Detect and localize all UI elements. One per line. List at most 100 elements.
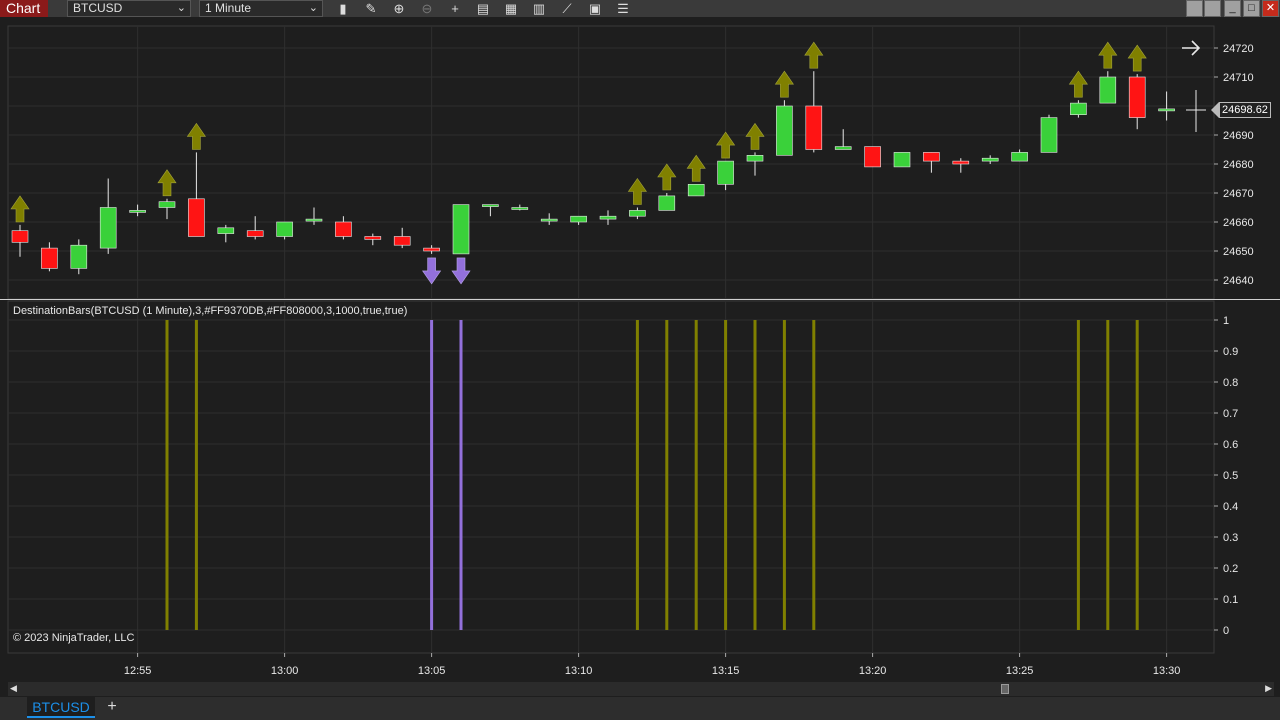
candle-body <box>570 215 587 223</box>
draw-pencil-icon[interactable]: ✎ <box>361 0 381 17</box>
candle-body <box>599 215 617 220</box>
candle-body <box>658 195 676 211</box>
indicator-title: DestinationBars(BTCUSD (1 Minute),3,#FF9… <box>13 305 408 317</box>
candle-body <box>834 146 852 150</box>
maximize-icon[interactable]: □ <box>1243 0 1260 17</box>
close-icon[interactable]: ✕ <box>1262 0 1279 17</box>
zoom-out-icon[interactable]: ⊖ <box>417 0 437 17</box>
tab-bar: BTCUSD + <box>0 697 1280 720</box>
candle-body <box>952 160 970 165</box>
candle-body <box>893 152 911 168</box>
up-arrow-marker <box>1127 44 1147 72</box>
candle-body <box>188 198 205 237</box>
candle-body <box>511 207 529 210</box>
scroll-right-icon[interactable]: ▶ <box>1265 683 1272 694</box>
candle-body <box>1099 76 1117 104</box>
tab-btcusd[interactable]: BTCUSD <box>27 697 95 718</box>
time-tick-label: 13:00 <box>271 665 299 677</box>
up-arrow-marker <box>745 122 765 150</box>
up-arrow-marker <box>686 154 706 182</box>
candle-body <box>99 207 117 249</box>
indicator-tick-label: 0.6 <box>1223 439 1238 451</box>
price-tick-label: 24660 <box>1223 217 1254 229</box>
indicators-icon[interactable]: ▥ <box>529 0 549 17</box>
candle-body <box>717 160 734 185</box>
scroll-thumb[interactable] <box>1001 684 1009 694</box>
instrument-selector[interactable]: BTCUSD ⌄ <box>67 0 191 17</box>
candle-body <box>540 218 558 222</box>
properties-icon[interactable]: ▣ <box>585 0 605 17</box>
window-link-icon[interactable] <box>1204 0 1221 17</box>
indicator-tick-label: 0.7 <box>1223 408 1238 420</box>
candle-body <box>1040 117 1058 153</box>
horizontal-scrollbar[interactable]: ◀ ▶ <box>8 682 1274 696</box>
candle-body <box>1158 108 1175 112</box>
candle-body <box>393 236 411 246</box>
candle-body <box>70 244 88 269</box>
candle-body <box>923 152 940 162</box>
candle-body <box>364 236 382 240</box>
candle-body <box>776 105 793 156</box>
bar-type-icon[interactable]: ▮ <box>333 0 353 17</box>
candle-body <box>423 247 440 252</box>
candle-body <box>305 218 323 222</box>
interval-value: 1 Minute <box>205 1 252 15</box>
candle-body <box>805 105 823 150</box>
indicator-tick-label: 1 <box>1223 315 1229 327</box>
chevron-down-icon: ⌄ <box>308 2 318 14</box>
up-arrow-marker <box>1098 41 1118 69</box>
crosshair-icon[interactable]: + <box>445 0 465 17</box>
up-arrow-marker <box>716 131 736 159</box>
up-arrow-marker <box>657 163 677 191</box>
time-tick-label: 13:15 <box>712 665 740 677</box>
chart-canvas[interactable]: 24640 24650 24660 24670 24680 24690 24710 24720… <box>0 17 1280 682</box>
time-tick-label: 13:20 <box>859 665 887 677</box>
indicator-tick-label: 0.1 <box>1223 594 1238 606</box>
price-panel-frame <box>7 25 1215 300</box>
time-tick-label: 13:30 <box>1153 665 1181 677</box>
chevron-down-icon: ⌄ <box>176 2 186 14</box>
templates-icon[interactable]: ▦ <box>501 0 521 17</box>
candle-body <box>11 230 29 243</box>
candle-body <box>158 201 176 208</box>
chart-window-label: Chart <box>0 0 48 17</box>
indicator-tick-label: 0.8 <box>1223 377 1238 389</box>
scroll-to-latest-arrow-icon <box>1182 40 1201 56</box>
candle-body <box>246 230 264 237</box>
candle-body <box>981 157 999 162</box>
price-tick-label: 24650 <box>1223 246 1254 258</box>
candle-body <box>129 210 146 213</box>
indicator-tick-label: 0.9 <box>1223 346 1238 358</box>
up-arrow-marker <box>1068 70 1088 98</box>
up-arrow-marker <box>774 70 794 98</box>
up-arrow-marker <box>186 122 206 150</box>
instrument-value: BTCUSD <box>73 1 123 15</box>
strategies-icon[interactable]: ⟋ <box>557 0 577 17</box>
list-icon[interactable]: ☰ <box>613 0 633 17</box>
candle-body <box>335 221 352 237</box>
indicator-tick-label: 0.5 <box>1223 470 1238 482</box>
data-box-icon[interactable]: ▤ <box>473 0 493 17</box>
price-tick-label: 24640 <box>1223 275 1254 287</box>
candle-body <box>482 204 499 207</box>
scroll-left-icon[interactable]: ◀ <box>10 683 17 694</box>
chart-area[interactable]: 24640 24650 24660 24670 24680 24690 24710 24720… <box>0 17 1280 682</box>
time-tick-label: 12:55 <box>124 665 152 677</box>
indicator-tick-label: 0 <box>1223 625 1229 637</box>
current-price-badge: 24698.62 <box>1219 102 1271 118</box>
time-tick-label: 13:25 <box>1006 665 1034 677</box>
zoom-in-icon[interactable]: ⊕ <box>389 0 409 17</box>
up-arrow-marker <box>804 41 824 69</box>
up-arrow-marker <box>10 195 30 223</box>
interval-selector[interactable]: 1 Minute ⌄ <box>199 0 323 17</box>
window-pin-icon[interactable] <box>1186 0 1203 17</box>
copyright-text: © 2023 NinjaTrader, LLC <box>13 632 135 644</box>
up-arrow-marker <box>157 169 177 197</box>
candle-body <box>41 247 58 269</box>
candle-body <box>629 210 646 217</box>
indicator-tick-label: 0.2 <box>1223 563 1238 575</box>
price-badge-pointer <box>1211 102 1219 118</box>
add-tab-button[interactable]: + <box>102 697 122 718</box>
candle-body <box>217 227 235 234</box>
minimize-icon[interactable]: _ <box>1224 0 1241 17</box>
